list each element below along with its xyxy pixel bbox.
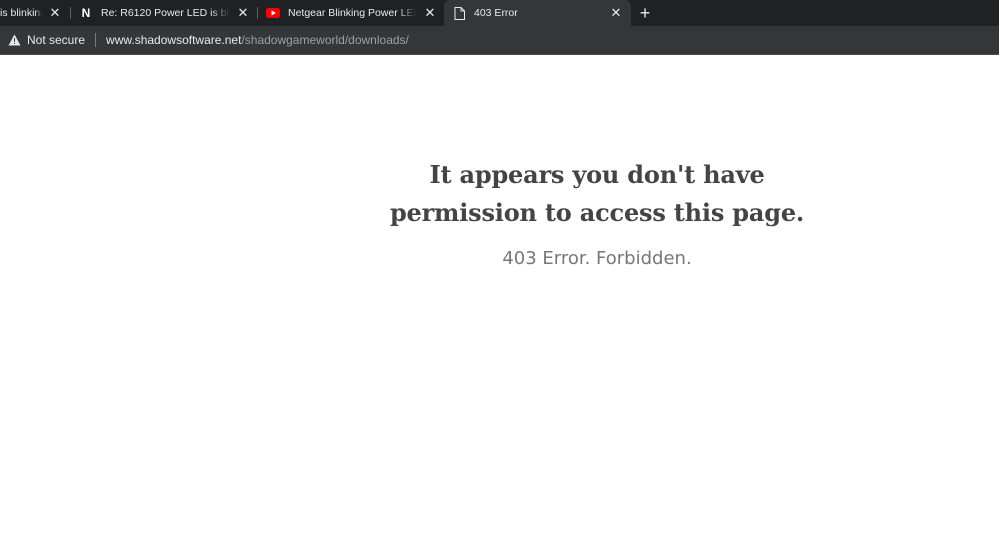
tab-title: Netgear Blinking Power LED Firm — [288, 7, 417, 19]
tab-netgear-blinking-youtube[interactable]: Netgear Blinking Power LED Firm ✕ — [260, 0, 443, 26]
headline-line-2: permission to access this page. — [389, 198, 805, 227]
tab-title: is blinking — [0, 7, 42, 19]
toolbar: Not secure www.shadowsoftware.net/shadow… — [0, 26, 999, 55]
tab-separator — [70, 7, 71, 19]
close-icon[interactable]: ✕ — [609, 6, 623, 20]
tab-strip: is blinking ✕ N Re: R6120 Power LED is b… — [0, 0, 999, 26]
url-path: /shadowgameworld/downloads/ — [241, 33, 409, 47]
tab-403-error[interactable]: 403 Error ✕ — [444, 0, 631, 26]
error-headline: It appears you don't have permission to a… — [372, 156, 822, 232]
error-subline: 403 Error. Forbidden. — [502, 248, 692, 269]
page-icon — [452, 6, 466, 20]
security-status[interactable]: Not secure — [27, 33, 85, 47]
headline-line-1: It appears you don't have — [429, 160, 765, 189]
address-bar[interactable]: Not secure www.shadowsoftware.net/shadow… — [0, 28, 999, 52]
new-tab-button[interactable]: + — [636, 4, 654, 22]
page-content: It appears you don't have permission to a… — [0, 55, 999, 549]
url-text[interactable]: www.shadowsoftware.net/shadowgameworld/d… — [106, 33, 409, 47]
tab-separator — [257, 7, 258, 19]
close-icon[interactable]: ✕ — [423, 6, 437, 20]
tab-title: 403 Error — [474, 7, 518, 19]
tab-r6120-power-led[interactable]: N Re: R6120 Power LED is blinking ✕ — [73, 0, 256, 26]
tab-title: Re: R6120 Power LED is blinking — [101, 7, 230, 19]
netgear-n-icon: N — [81, 6, 91, 20]
warning-icon[interactable] — [8, 34, 21, 46]
browser-chrome: is blinking ✕ N Re: R6120 Power LED is b… — [0, 0, 999, 55]
tab-blinking[interactable]: is blinking ✕ — [0, 0, 68, 26]
close-icon[interactable]: ✕ — [48, 6, 62, 20]
url-host: www.shadowsoftware.net — [106, 33, 242, 47]
youtube-icon — [266, 6, 280, 20]
omnibox-separator — [95, 33, 97, 47]
close-icon[interactable]: ✕ — [236, 6, 250, 20]
